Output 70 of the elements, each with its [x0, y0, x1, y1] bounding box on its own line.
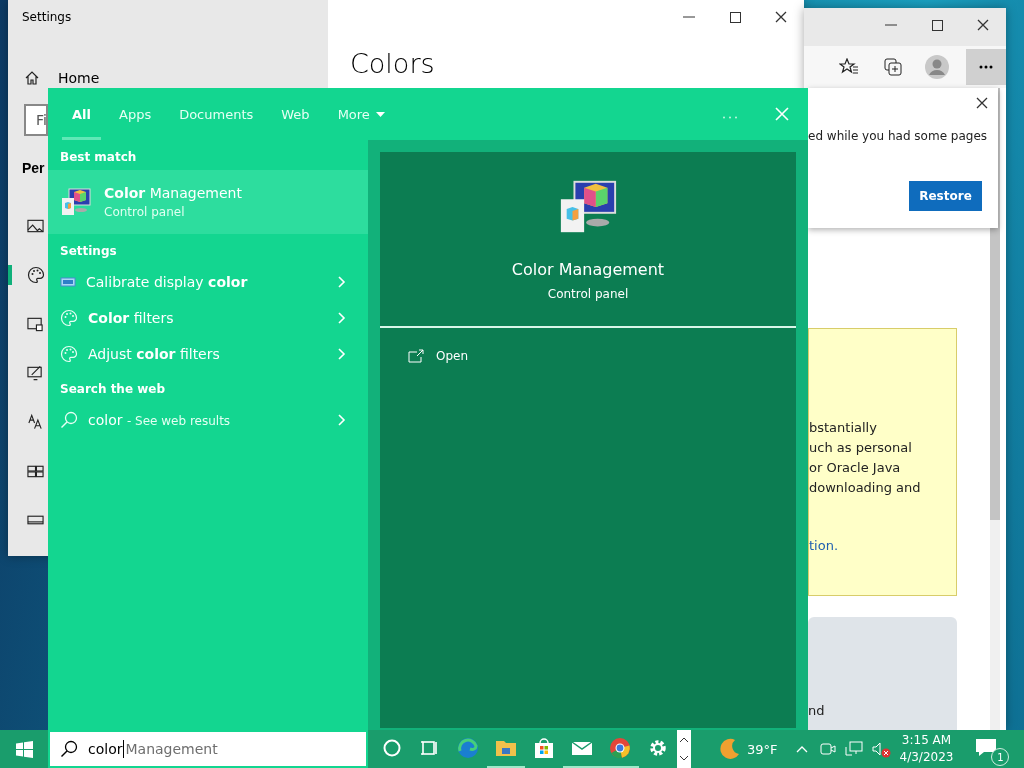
collections-icon[interactable] — [883, 57, 903, 77]
maximize-icon[interactable] — [729, 11, 741, 23]
chrome-icon[interactable] — [607, 735, 633, 761]
notice-line: downloading and — [809, 479, 921, 497]
chevron-icon — [338, 312, 346, 324]
search-box[interactable]: color Management — [48, 730, 368, 768]
palette-icon — [27, 266, 45, 284]
result-item[interactable]: Adjust color filters — [48, 336, 368, 372]
search-icon — [60, 411, 78, 429]
popup-text: ed while you had some pages — [808, 129, 988, 143]
page-title: Colors — [350, 48, 435, 79]
close-icon[interactable] — [775, 11, 787, 23]
notice-line: uch as personal — [809, 439, 912, 457]
section-heading: Best match — [60, 150, 137, 164]
picture-icon[interactable] — [27, 217, 44, 235]
home-icon — [24, 70, 40, 86]
home-link[interactable]: Home — [24, 70, 328, 86]
section-heading: Search the web — [60, 382, 166, 396]
caret-icon — [375, 111, 385, 117]
window-title: Settings — [22, 10, 72, 24]
lock-screen-icon[interactable] — [27, 315, 44, 333]
avatar-icon[interactable] — [925, 55, 949, 79]
chevron-icon — [338, 348, 346, 360]
scroll-arrows[interactable] — [677, 730, 691, 768]
chevron-icon — [338, 414, 346, 426]
result-title: Color Management — [104, 185, 242, 201]
tab[interactable]: Apps — [109, 88, 162, 140]
windows-icon[interactable] — [15, 740, 33, 758]
notice-line: bstantially — [809, 419, 877, 437]
close-icon[interactable] — [976, 97, 988, 109]
close-icon[interactable] — [977, 19, 989, 31]
best-match-item[interactable]: Color Management Control panel — [48, 170, 368, 234]
maximize-icon[interactable] — [931, 19, 943, 31]
tab[interactable]: Web — [271, 88, 320, 140]
tab[interactable]: All — [62, 88, 101, 140]
result-subtitle: Control panel — [104, 205, 185, 219]
display-icon — [60, 276, 76, 288]
palette-icon — [60, 345, 78, 363]
card-text: nd — [808, 703, 825, 718]
search-icon — [60, 740, 78, 758]
search-field[interactable]: Fi — [24, 104, 48, 136]
nav-item[interactable] — [8, 265, 44, 285]
brush-monitor-icon[interactable] — [27, 364, 44, 382]
notice-line: or Oracle Java — [809, 459, 901, 477]
clock[interactable]: 3:15 AM 4/3/2023 — [899, 732, 954, 766]
color-management-icon — [60, 186, 92, 218]
moon-icon — [717, 737, 741, 761]
restore-button[interactable]: Restore — [909, 181, 982, 211]
link[interactable]: tion. — [809, 538, 839, 553]
fonts-icon[interactable] — [27, 413, 44, 431]
close-icon — [775, 107, 789, 121]
section-heading: Per — [22, 160, 45, 176]
preview-title: Color Management — [511, 260, 665, 279]
web-result-item[interactable]: color - See web results — [48, 402, 368, 438]
open-icon — [408, 349, 424, 363]
ellipsis-icon — [722, 115, 738, 119]
tab[interactable]: Documents — [169, 88, 264, 140]
weather-widget[interactable]: 39°F — [717, 737, 778, 761]
preview-subtitle: Control panel — [547, 287, 629, 301]
notification-badge: 1 — [991, 748, 1010, 766]
open-action[interactable]: Open — [402, 348, 796, 364]
chevron-icon — [338, 276, 346, 288]
more-tab[interactable]: More — [327, 88, 395, 140]
ellipsis-icon — [979, 65, 993, 69]
favorites-icon[interactable] — [839, 58, 859, 76]
notification-icon[interactable] — [975, 738, 998, 758]
palette-icon — [60, 309, 78, 327]
result-item[interactable]: Calibrate display color — [48, 264, 368, 300]
section-heading: Settings — [60, 244, 117, 258]
result-item[interactable]: Color filters — [48, 300, 368, 336]
